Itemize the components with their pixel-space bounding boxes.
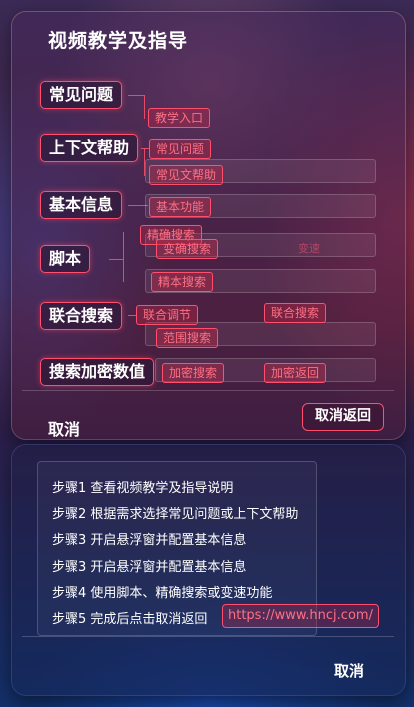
step-item: 步骤3 开启悬浮窗并配置基本信息 [52,533,247,548]
connector-line [144,95,145,119]
menu-faq-button[interactable]: 常见问题 [40,81,123,109]
tag-range-search[interactable]: 范围搜索 [156,328,219,348]
menu-joint-search-button[interactable]: 联合搜索 [40,302,123,330]
tag-basic-function[interactable]: 基本功能 [149,197,212,217]
connector-line [128,95,144,96]
tag-joint-search[interactable]: 联合搜索 [264,303,327,323]
menu-encrypted-search-button[interactable]: 搜索加密数值 [40,358,155,386]
connector-line [141,148,149,149]
connector-line [128,315,136,316]
cancel-button[interactable]: 取消 [48,416,80,440]
connector-line [123,232,124,282]
menu-context-help-button[interactable]: 上下文帮助 [40,134,139,162]
tag-context-help[interactable]: 常见文帮助 [149,165,224,185]
menu-script-button[interactable]: 脚本 [40,245,91,273]
cancel-return-button[interactable]: 取消返回 [302,403,384,431]
dialog-title: 视频教学及指导 [48,30,189,52]
faint-label: 变速 [298,242,320,255]
step-item: 步骤5 完成后点击取消返回 [52,612,208,627]
tag-variable-search[interactable]: 变确搜索 [156,239,219,259]
tag-fine-search[interactable]: 精本搜索 [151,272,214,292]
tag-encrypt-search[interactable]: 加密搜索 [162,363,225,383]
connector-line [109,259,123,260]
step-item: 步骤2 根据需求选择常见问题或上下文帮助 [52,507,299,522]
website-link[interactable]: https://www.hncj.com/ [222,604,379,628]
step-item: 步骤3 开启悬浮窗并配置基本信息 [52,560,247,575]
menu-basic-info-button[interactable]: 基本信息 [40,191,123,219]
divider [22,636,394,637]
step-item: 步骤4 使用脚本、精确搜索或变速功能 [52,586,273,601]
bottom-cancel-button[interactable]: 取消 [334,660,364,681]
tag-teaching-entry[interactable]: 教学入口 [148,108,211,128]
divider [22,390,394,391]
tag-context-faq[interactable]: 常见问题 [149,139,212,159]
tag-encrypt-return[interactable]: 加密返回 [264,363,327,383]
tag-joint-adjust[interactable]: 联合调节 [136,305,199,325]
step-item: 步骤1 查看视频教学及指导说明 [52,481,234,496]
